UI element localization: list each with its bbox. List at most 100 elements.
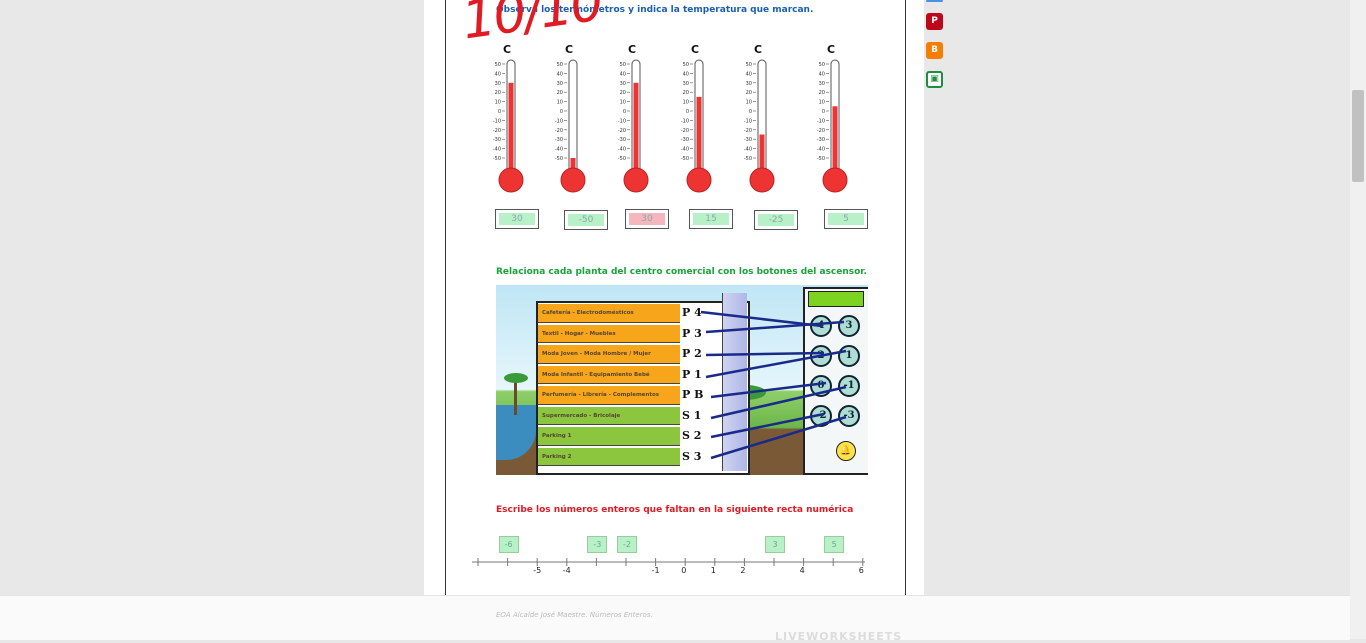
scale-tick: 20 [620, 90, 626, 96]
scale-tick: -10 [744, 118, 752, 124]
scale-tick: 0 [686, 109, 689, 115]
scale-tick: 10 [683, 100, 689, 106]
scale-tick: 50 [819, 62, 825, 68]
google-classroom-icon[interactable]: ▣ [926, 71, 943, 88]
scale-tick: -30 [555, 137, 563, 143]
scale-tick: -40 [555, 147, 563, 153]
thermometer-bulb [623, 167, 649, 193]
number-line-label: -4 [562, 566, 571, 575]
scale-tick: 30 [683, 81, 689, 87]
number-line-answer-field[interactable]: -3 [587, 536, 608, 553]
scale-tick: 30 [620, 81, 626, 87]
scale-tick: 10 [620, 100, 626, 106]
scale-tick: 50 [495, 62, 501, 68]
instruction-elevator: Relaciona cada planta del centro comerci… [496, 267, 867, 277]
scale-tick: -50 [681, 156, 689, 162]
temperature-answer-field[interactable]: 30 [625, 209, 669, 229]
scale-tick: -10 [493, 118, 501, 124]
scale-tick: 30 [557, 81, 563, 87]
scale-tick: -30 [681, 137, 689, 143]
scale-tick: -50 [493, 156, 501, 162]
number-line-answer-field[interactable]: -2 [617, 536, 637, 553]
footer-bar [0, 595, 1350, 640]
scale-tick: -30 [618, 137, 626, 143]
scale-tick: -40 [681, 147, 689, 153]
scale-tick: 10 [495, 100, 501, 106]
scale-tick: -50 [555, 156, 563, 162]
scale-tick: 40 [819, 71, 825, 77]
scale-tick: -20 [744, 128, 752, 134]
scale-tick: 0 [560, 109, 563, 115]
number-line-label: -1 [651, 566, 660, 575]
scale-tick: 30 [495, 81, 501, 87]
thermometer-bulb [498, 167, 524, 193]
thermometer-bulb [686, 167, 712, 193]
scale-unit-label: C [754, 43, 762, 56]
scale-unit-label: C [691, 43, 699, 56]
temperature-answer-value: 15 [693, 213, 729, 225]
number-line [472, 558, 865, 566]
thermometer-bulb [749, 167, 775, 193]
scale-tick: 30 [746, 81, 752, 87]
scale-tick: -40 [618, 147, 626, 153]
temperature-answer-field[interactable]: 30 [495, 209, 539, 229]
scale-tick: -30 [817, 137, 825, 143]
scale-tick: -20 [555, 128, 563, 134]
liveworksheets-logo: LIVEWORKSHEETS [775, 630, 903, 643]
temperature-answer-field[interactable]: -50 [564, 210, 608, 230]
temperature-answer-field[interactable]: -25 [754, 210, 798, 230]
temperature-answer-value: -50 [568, 214, 604, 226]
scale-tick: -40 [744, 147, 752, 153]
scale-tick: -40 [493, 147, 501, 153]
temperature-answer-field[interactable]: 15 [689, 209, 733, 229]
scale-tick: 10 [819, 100, 825, 106]
scale-unit-label: C [628, 43, 636, 56]
number-line-answer-field[interactable]: 3 [765, 536, 785, 553]
blogger-icon[interactable]: B [926, 42, 943, 59]
scale-tick: 0 [498, 109, 501, 115]
thermometer-bulb [822, 167, 848, 193]
scale-tick: -40 [817, 147, 825, 153]
number-line-label: 4 [799, 566, 805, 575]
scale-tick: 40 [495, 71, 501, 77]
scale-tick: 0 [822, 109, 825, 115]
mercury-level [508, 82, 514, 176]
temperature-answer-value: 30 [499, 213, 535, 225]
number-line-label: 6 [858, 566, 864, 575]
scale-unit-label: C [827, 43, 835, 56]
scale-tick: -20 [493, 128, 501, 134]
scale-unit-label: C [565, 43, 573, 56]
temperature-answer-value: 5 [828, 213, 864, 225]
thermometer: C50403020100-10-20-30-40-50 [817, 43, 848, 193]
scale-tick: -30 [744, 137, 752, 143]
scale-tick: 40 [746, 71, 752, 77]
scale-tick: 40 [620, 71, 626, 77]
number-line-label: 2 [740, 566, 746, 575]
scale-tick: -10 [555, 118, 563, 124]
scale-tick: -10 [681, 118, 689, 124]
number-line-label: -5 [533, 566, 542, 575]
temperature-answer-field[interactable]: 5 [824, 209, 868, 229]
scale-tick: -20 [817, 128, 825, 134]
thermometer: C50403020100-10-20-30-40-50 [493, 43, 524, 193]
number-line-answer-field[interactable]: -6 [498, 536, 519, 553]
scale-tick: 50 [620, 62, 626, 68]
scale-tick: 10 [746, 100, 752, 106]
temperature-answer-value: -25 [758, 214, 794, 226]
thermometers-figure: C50403020100-10-20-30-40-50C50403020100-… [493, 43, 848, 193]
number-line-label: 1 [710, 566, 716, 575]
scale-tick: -50 [618, 156, 626, 162]
scale-tick: -20 [618, 128, 626, 134]
number-line-answer-field[interactable]: 5 [824, 536, 845, 553]
thermometer: C50403020100-10-20-30-40-50 [618, 43, 649, 193]
number-line-label: 0 [681, 566, 687, 575]
match-lines [700, 310, 847, 460]
mercury-level [633, 82, 639, 176]
pinterest-icon[interactable]: P [926, 13, 943, 30]
scale-tick: -50 [817, 156, 825, 162]
scale-tick: -30 [493, 137, 501, 143]
scale-tick: 20 [819, 90, 825, 96]
scale-tick: 20 [557, 90, 563, 96]
scrollbar-thumb[interactable] [1352, 90, 1364, 182]
scale-tick: 10 [557, 100, 563, 106]
